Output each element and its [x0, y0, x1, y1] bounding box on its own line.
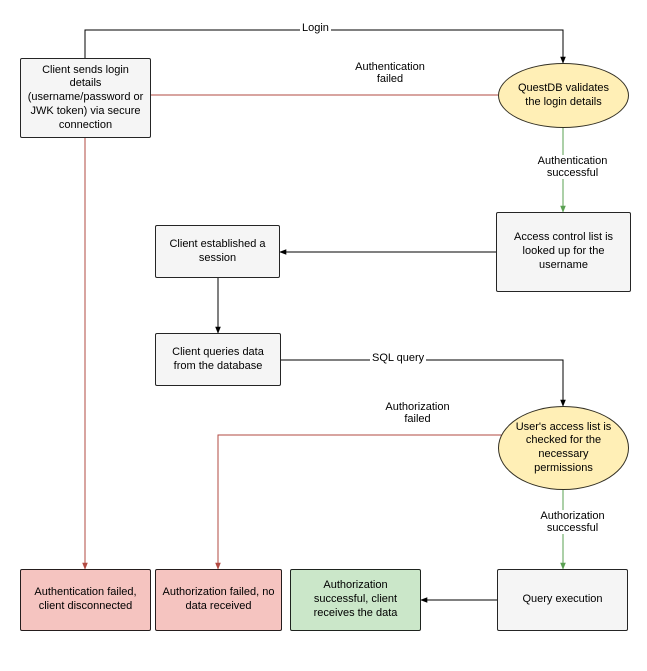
node-acl-lookup: Access control list is looked up for the… — [496, 212, 631, 292]
node-authz-ok: Authorization successful, client receive… — [290, 569, 421, 631]
edge-label-authz-ok: Authorization successful — [530, 510, 615, 534]
node-session: Client established a session — [155, 225, 280, 278]
node-exec: Query execution — [497, 569, 628, 631]
edge-label-authn-ok: Authentication successful — [530, 155, 615, 179]
node-validate: QuestDB validates the login details — [498, 63, 629, 128]
node-auth-failed: Authentication failed, client disconnect… — [20, 569, 151, 631]
edge-label-sql-query: SQL query — [370, 352, 426, 364]
node-client-login: Client sends login details (username/pas… — [20, 58, 151, 138]
node-query: Client queries data from the database — [155, 333, 281, 386]
edge-label-login: Login — [300, 22, 331, 34]
edge-label-authz-failed: Authorization failed — [375, 401, 460, 425]
edge-label-authn-failed: Authentication failed — [345, 61, 435, 85]
node-check-perms: User's access list is checked for the ne… — [498, 406, 629, 490]
node-authz-failed: Authorization failed, no data received — [155, 569, 282, 631]
